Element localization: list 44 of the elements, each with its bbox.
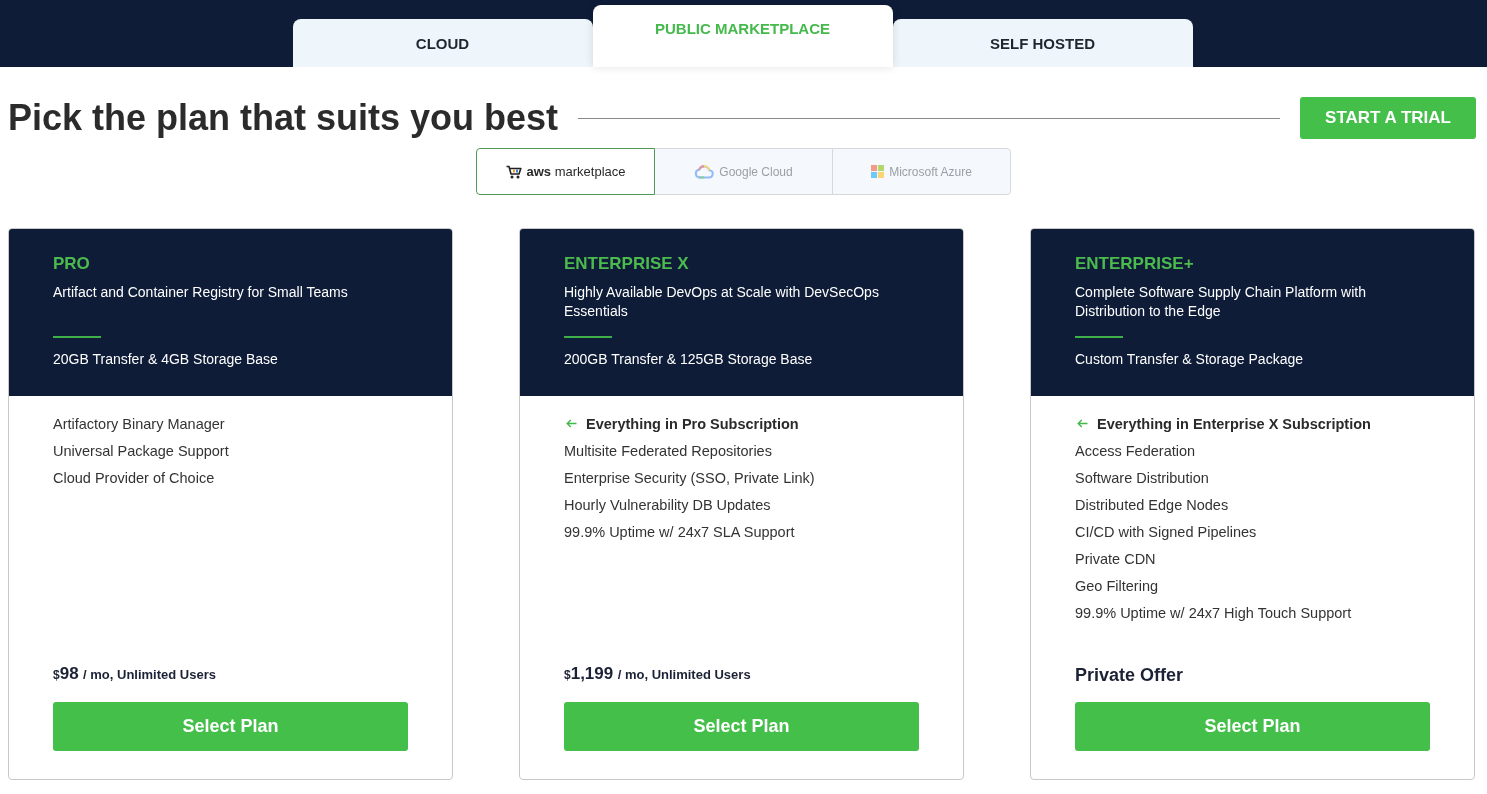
feature-item: Access Federation bbox=[1075, 442, 1196, 459]
select-plan-button[interactable]: Select Plan bbox=[564, 702, 919, 751]
plan-price: $1,199 / mo, Unlimited Users bbox=[564, 663, 752, 685]
provider-tab[interactable]: Microsoft Azure bbox=[832, 148, 1011, 195]
feature-item: CI/CD with Signed Pipelines bbox=[1075, 523, 1257, 540]
plan-price: $98 / mo, Unlimited Users bbox=[53, 663, 217, 685]
feature-item: Everything in Pro Subscription bbox=[586, 415, 799, 432]
four-squares-icon bbox=[871, 165, 885, 178]
shopping-cart-icon bbox=[505, 164, 522, 179]
deployment-tab[interactable]: CLOUD bbox=[292, 19, 593, 67]
feature-item: 99.9% Uptime w/ 24x7 SLA Support bbox=[564, 523, 795, 540]
feature-item: Geo Filtering bbox=[1075, 577, 1158, 594]
cloud-icon bbox=[694, 164, 715, 179]
select-plan-button[interactable]: Select Plan bbox=[1075, 702, 1430, 751]
feature-item: Multisite Federated Repositories bbox=[564, 442, 772, 459]
deployment-tab[interactable]: PUBLIC MARKETPLACE bbox=[592, 5, 893, 67]
plan-tagline: Artifact and Container Registry for Small Teams bbox=[53, 283, 349, 302]
feature-item: Distributed Edge Nodes bbox=[1075, 496, 1229, 513]
feature-item: Private CDN bbox=[1075, 550, 1156, 567]
arrow-left-icon bbox=[1077, 419, 1088, 428]
plan-name: PRO bbox=[53, 253, 91, 275]
plan-name: ENTERPRISE+ bbox=[1075, 253, 1195, 275]
feature-item: Hourly Vulnerability DB Updates bbox=[564, 496, 771, 513]
page-heading: Pick the plan that suits you best bbox=[8, 97, 559, 139]
provider-tab[interactable]: aws marketplace bbox=[476, 148, 655, 195]
feature-item: 99.9% Uptime w/ 24x7 High Touch Support bbox=[1075, 604, 1352, 621]
plan-storage: Custom Transfer & Storage Package bbox=[1075, 350, 1304, 368]
plan-tagline: Complete Software Supply Chain Platform with Distribution to the Edge bbox=[1075, 283, 1368, 321]
plan-storage: 200GB Transfer & 125GB Storage Base bbox=[564, 350, 814, 368]
feature-item: Everything in Enterprise X Subscription bbox=[1097, 415, 1371, 432]
feature-item: Enterprise Security (SSO, Private Link) bbox=[564, 469, 815, 486]
select-plan-button[interactable]: Select Plan bbox=[53, 702, 408, 751]
deployment-tab[interactable]: SELF HOSTED bbox=[892, 19, 1193, 67]
feature-item: Universal Package Support bbox=[53, 442, 229, 459]
start-trial-button[interactable]: START A TRIAL bbox=[1300, 97, 1476, 139]
feature-item: Software Distribution bbox=[1075, 469, 1209, 486]
provider-tab[interactable]: Google Cloud bbox=[654, 148, 833, 195]
plan-storage: 20GB Transfer & 4GB Storage Base bbox=[53, 350, 279, 368]
arrow-left-icon bbox=[566, 419, 577, 428]
plan-tagline: Highly Available DevOps at Scale with DevSecOps Essentials bbox=[564, 283, 880, 321]
feature-item: Cloud Provider of Choice bbox=[53, 469, 215, 486]
feature-item: Artifactory Binary Manager bbox=[53, 415, 225, 432]
private-offer-text: Private Offer bbox=[1075, 664, 1185, 686]
plan-name: ENTERPRISE X bbox=[564, 253, 690, 275]
